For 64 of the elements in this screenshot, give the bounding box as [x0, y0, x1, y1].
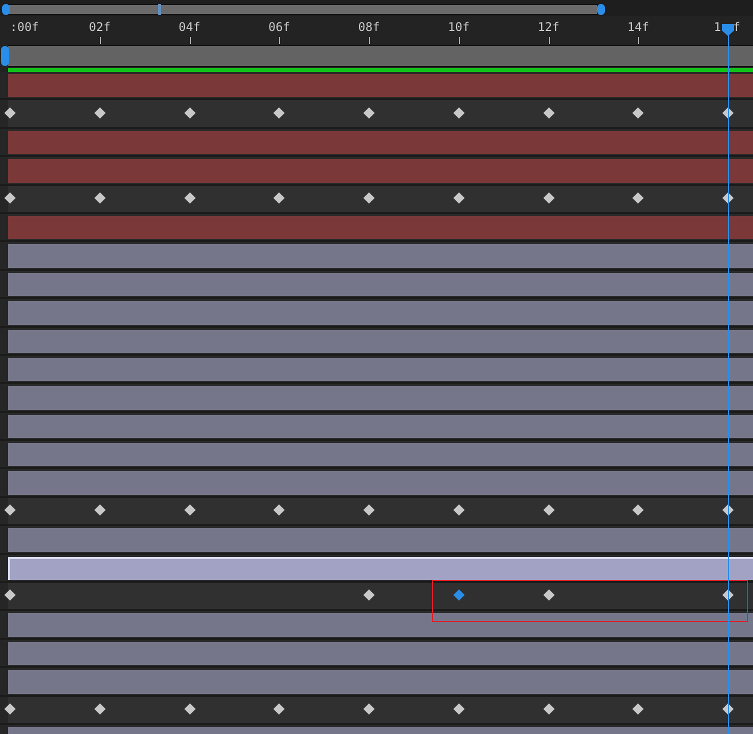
navigator-handle[interactable]: [597, 4, 605, 15]
time-label: 10f: [448, 20, 470, 34]
ruler-tick: [369, 37, 370, 44]
keyframe-icon[interactable]: [4, 192, 16, 204]
keyframe-icon[interactable]: [542, 504, 554, 516]
keyframe-icon[interactable]: [632, 703, 644, 714]
keyframe-icon[interactable]: [4, 590, 16, 601]
keyframe-icon[interactable]: [363, 504, 375, 516]
keyframe-icon[interactable]: [274, 504, 285, 516]
time-label: f: [733, 20, 740, 34]
keyframe-icon[interactable]: [4, 504, 16, 516]
keyframe-icon[interactable]: [453, 106, 464, 118]
work-area-handle[interactable]: [1, 46, 9, 66]
keyframe-icon[interactable]: [542, 106, 554, 118]
keyframe-icon[interactable]: [542, 703, 554, 714]
time-label: 08f: [358, 20, 380, 34]
ruler-tick: [100, 37, 101, 44]
time-label: 02f: [88, 20, 111, 34]
keyframe-icon[interactable]: [542, 192, 554, 204]
navigator-handle[interactable]: [2, 4, 10, 15]
playhead[interactable]: [720, 24, 736, 734]
time-label: 1: [714, 20, 721, 34]
keyframe-icon[interactable]: [722, 192, 734, 204]
time-label: :00f: [10, 20, 39, 34]
keyframe-icon[interactable]: [184, 192, 196, 204]
navigator-bar[interactable]: [8, 4, 598, 15]
keyframe-icon[interactable]: [363, 192, 375, 204]
keyframe-icon[interactable]: [363, 106, 375, 118]
keyframe-icon[interactable]: [274, 106, 285, 118]
keyframe-icon[interactable]: [363, 590, 375, 601]
keyframe-icon[interactable]: [632, 106, 644, 118]
time-label: 04f: [178, 20, 200, 34]
keyframe-icon[interactable]: [453, 703, 464, 714]
time-label: 12f: [538, 20, 560, 34]
keyframe-icon[interactable]: [363, 703, 375, 714]
keyframe-icon[interactable]: [274, 192, 285, 204]
ruler-tick: [548, 37, 550, 44]
keyframe-icon[interactable]: [453, 590, 464, 601]
keyframe-icon[interactable]: [94, 192, 106, 204]
keyframe-icon[interactable]: [4, 106, 16, 118]
keyframe-icon[interactable]: [94, 504, 106, 516]
keyframe-icon[interactable]: [94, 106, 106, 118]
keyframe-icon[interactable]: [722, 590, 734, 601]
keyframe-icon[interactable]: [274, 703, 285, 714]
ruler-tick: [279, 37, 280, 44]
time-label: 14f: [627, 20, 650, 34]
keyframe-icon[interactable]: [4, 703, 16, 714]
keyframe-icon[interactable]: [722, 703, 734, 714]
keyframe-icon[interactable]: [722, 106, 734, 118]
layer-bar[interactable]: [8, 556, 753, 580]
keyframe-icon[interactable]: [94, 703, 106, 714]
current-time-marker: [158, 4, 161, 15]
keyframe-icon[interactable]: [184, 106, 196, 118]
keyframe-icon[interactable]: [184, 703, 196, 714]
keyframe-icon[interactable]: [184, 504, 196, 516]
keyframe-icon[interactable]: [453, 192, 464, 204]
keyframe-icon[interactable]: [632, 192, 644, 204]
keyframe-icon[interactable]: [453, 504, 464, 516]
keyframe-icon[interactable]: [632, 504, 644, 516]
ruler-tick: [638, 37, 640, 44]
ruler-tick: [458, 37, 460, 44]
keyframe-icon[interactable]: [542, 590, 554, 601]
time-label: 06f: [268, 20, 290, 34]
keyframe-icon[interactable]: [722, 504, 734, 516]
